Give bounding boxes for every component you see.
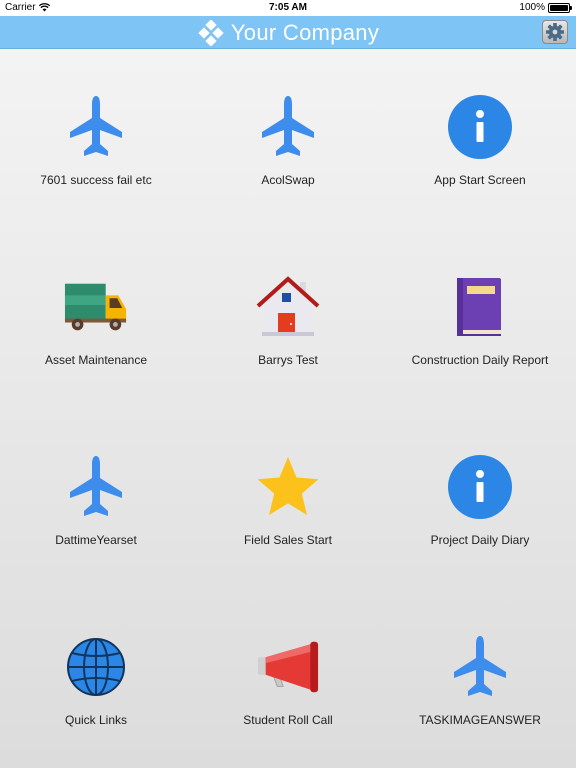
- tile-field-sales-start[interactable]: Field Sales Start: [192, 455, 384, 585]
- house-icon: [256, 275, 320, 339]
- company-logo-icon: [198, 19, 224, 46]
- tile-label: AcolSwap: [261, 173, 315, 187]
- globe-icon: [64, 635, 128, 699]
- tile-dattimeyearset[interactable]: DattimeYearset: [0, 455, 192, 585]
- battery-icon: [548, 2, 572, 13]
- company-title: Your Company: [230, 19, 380, 45]
- gear-icon: [546, 23, 564, 41]
- tile-label: Project Daily Diary: [430, 533, 530, 547]
- tile-label: Student Roll Call: [243, 713, 333, 727]
- tile-label: Quick Links: [64, 713, 128, 727]
- airplane-icon: [64, 455, 128, 519]
- tile-label: TASKIMAGEANSWER: [419, 713, 541, 727]
- tile-label: Barrys Test: [258, 353, 318, 367]
- app-grid: 7601 success fail etc AcolSwap App Start…: [0, 49, 576, 768]
- tile-taskimageanswer[interactable]: TASKIMAGEANSWER: [384, 635, 576, 765]
- megaphone-icon: [256, 635, 320, 699]
- tile-acolswap[interactable]: AcolSwap: [192, 95, 384, 225]
- tile-label: Construction Daily Report: [411, 353, 549, 367]
- tile-label: Asset Maintenance: [44, 353, 148, 367]
- info-icon: [448, 95, 512, 159]
- airplane-icon: [448, 635, 512, 699]
- info-icon: [448, 455, 512, 519]
- tile-7601-success-fail-etc[interactable]: 7601 success fail etc: [0, 95, 192, 225]
- airplane-icon: [64, 95, 128, 159]
- tile-label: 7601 success fail etc: [40, 173, 152, 187]
- tile-quick-links[interactable]: Quick Links: [0, 635, 192, 765]
- tile-construction-daily-report[interactable]: Construction Daily Report: [384, 275, 576, 405]
- book-icon: [448, 275, 512, 339]
- brand: Your Company: [0, 16, 576, 49]
- settings-button[interactable]: [542, 20, 568, 44]
- tile-app-start-screen[interactable]: App Start Screen: [384, 95, 576, 225]
- truck-icon: [64, 275, 128, 339]
- app-header: Your Company: [0, 16, 576, 49]
- battery-indicator: 100%: [519, 2, 572, 13]
- star-icon: [256, 455, 320, 519]
- tile-label: Field Sales Start: [243, 533, 333, 547]
- tile-label: DattimeYearset: [55, 533, 137, 547]
- tile-project-daily-diary[interactable]: Project Daily Diary: [384, 455, 576, 585]
- battery-percent: 100%: [519, 2, 545, 13]
- tile-label: App Start Screen: [434, 173, 526, 187]
- tile-student-roll-call[interactable]: Student Roll Call: [192, 635, 384, 765]
- status-time: 7:05 AM: [269, 2, 307, 13]
- status-bar: Carrier 7:05 AM 100%: [0, 0, 576, 16]
- tile-asset-maintenance[interactable]: Asset Maintenance: [0, 275, 192, 405]
- airplane-icon: [256, 95, 320, 159]
- tile-barrys-test[interactable]: Barrys Test: [192, 275, 384, 405]
